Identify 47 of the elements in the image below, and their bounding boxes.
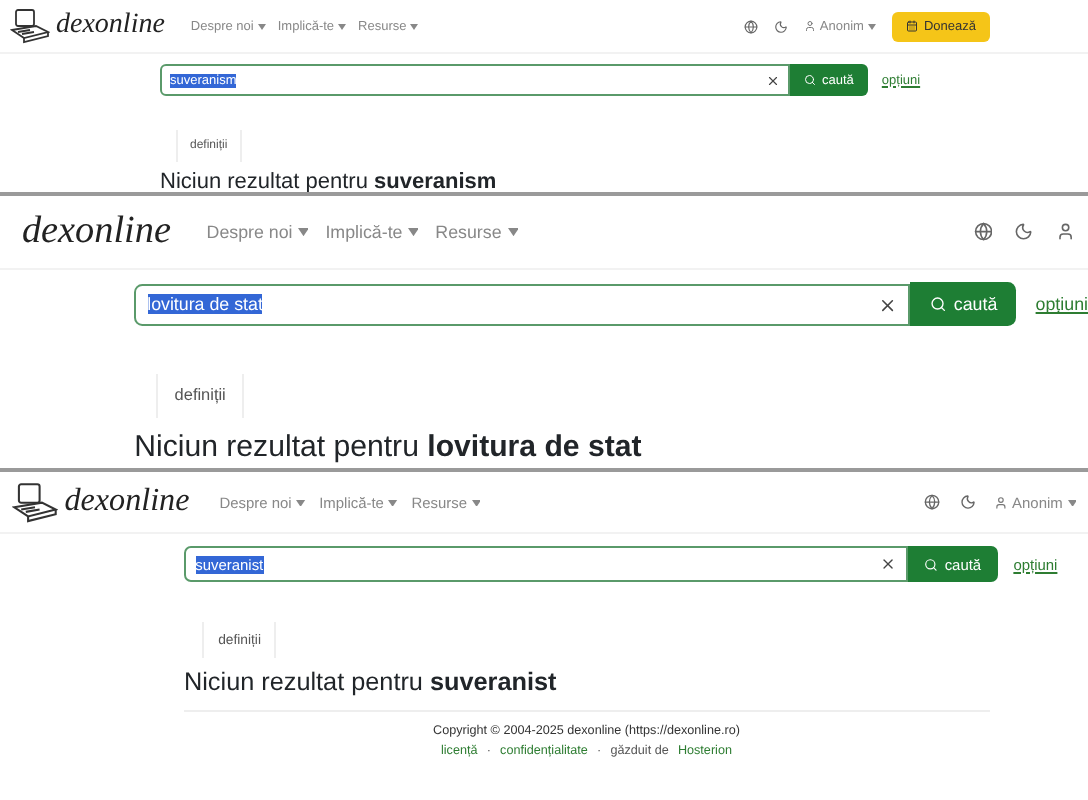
logo-text: dexonline — [21, 209, 171, 254]
calendar-icon — [905, 20, 918, 32]
search-button[interactable]: caută — [907, 546, 998, 583]
caret-icon — [338, 23, 347, 29]
user-icon — [993, 495, 1008, 510]
globe-icon[interactable] — [924, 494, 941, 511]
search-field[interactable]: suveranist — [184, 546, 908, 583]
user-icon — [803, 20, 816, 32]
caret-icon — [407, 227, 419, 236]
clear-icon[interactable] — [766, 73, 780, 87]
nav-menu[interactable]: Resurse — [427, 221, 527, 242]
moon-icon[interactable] — [959, 494, 976, 511]
nav-menu[interactable]: Implică-te — [317, 221, 428, 242]
logo-text: dexonline — [64, 484, 190, 521]
result-heading: Niciun rezultat pentru suveranist — [184, 668, 559, 697]
caret-icon — [471, 499, 481, 507]
caret-icon — [867, 23, 876, 29]
search-icon — [929, 296, 946, 314]
caret-icon — [410, 23, 419, 29]
logo-text: dexonline — [56, 10, 165, 42]
search-icon — [923, 557, 938, 572]
caret-icon — [296, 499, 306, 507]
result-heading: Niciun rezultat pentru lovitura de stat — [134, 429, 644, 464]
search-button[interactable]: caută — [909, 282, 1017, 327]
user-menu[interactable]: Anonim — [993, 493, 1077, 512]
nav-menu[interactable]: Implică-te — [312, 493, 405, 512]
globe-icon[interactable] — [973, 222, 993, 242]
moon-icon[interactable] — [1014, 222, 1034, 242]
caret-icon — [388, 499, 398, 507]
nav-menu[interactable]: Resurse — [404, 493, 488, 512]
globe-icon[interactable] — [743, 19, 758, 33]
nav-menu[interactable]: Despre noi — [212, 493, 313, 512]
clear-icon[interactable] — [880, 556, 897, 573]
options-link[interactable]: opțiuni — [1035, 294, 1088, 315]
nav-menu[interactable]: Despre noi — [198, 221, 318, 242]
caret-icon — [507, 227, 518, 236]
caret-icon — [1067, 499, 1077, 507]
caret-icon — [298, 227, 309, 236]
options-link[interactable]: opțiuni — [1013, 555, 1058, 574]
moon-icon[interactable] — [773, 19, 788, 33]
search-field[interactable]: lovitura de stat — [134, 283, 910, 326]
search-icon — [804, 74, 816, 86]
user-icon[interactable] — [1055, 222, 1075, 242]
caret-icon — [257, 23, 266, 29]
tab[interactable]: definiții — [156, 373, 245, 419]
clear-icon[interactable] — [877, 295, 898, 315]
result-heading: Niciun rezultat pentru suveranism — [160, 170, 499, 192]
